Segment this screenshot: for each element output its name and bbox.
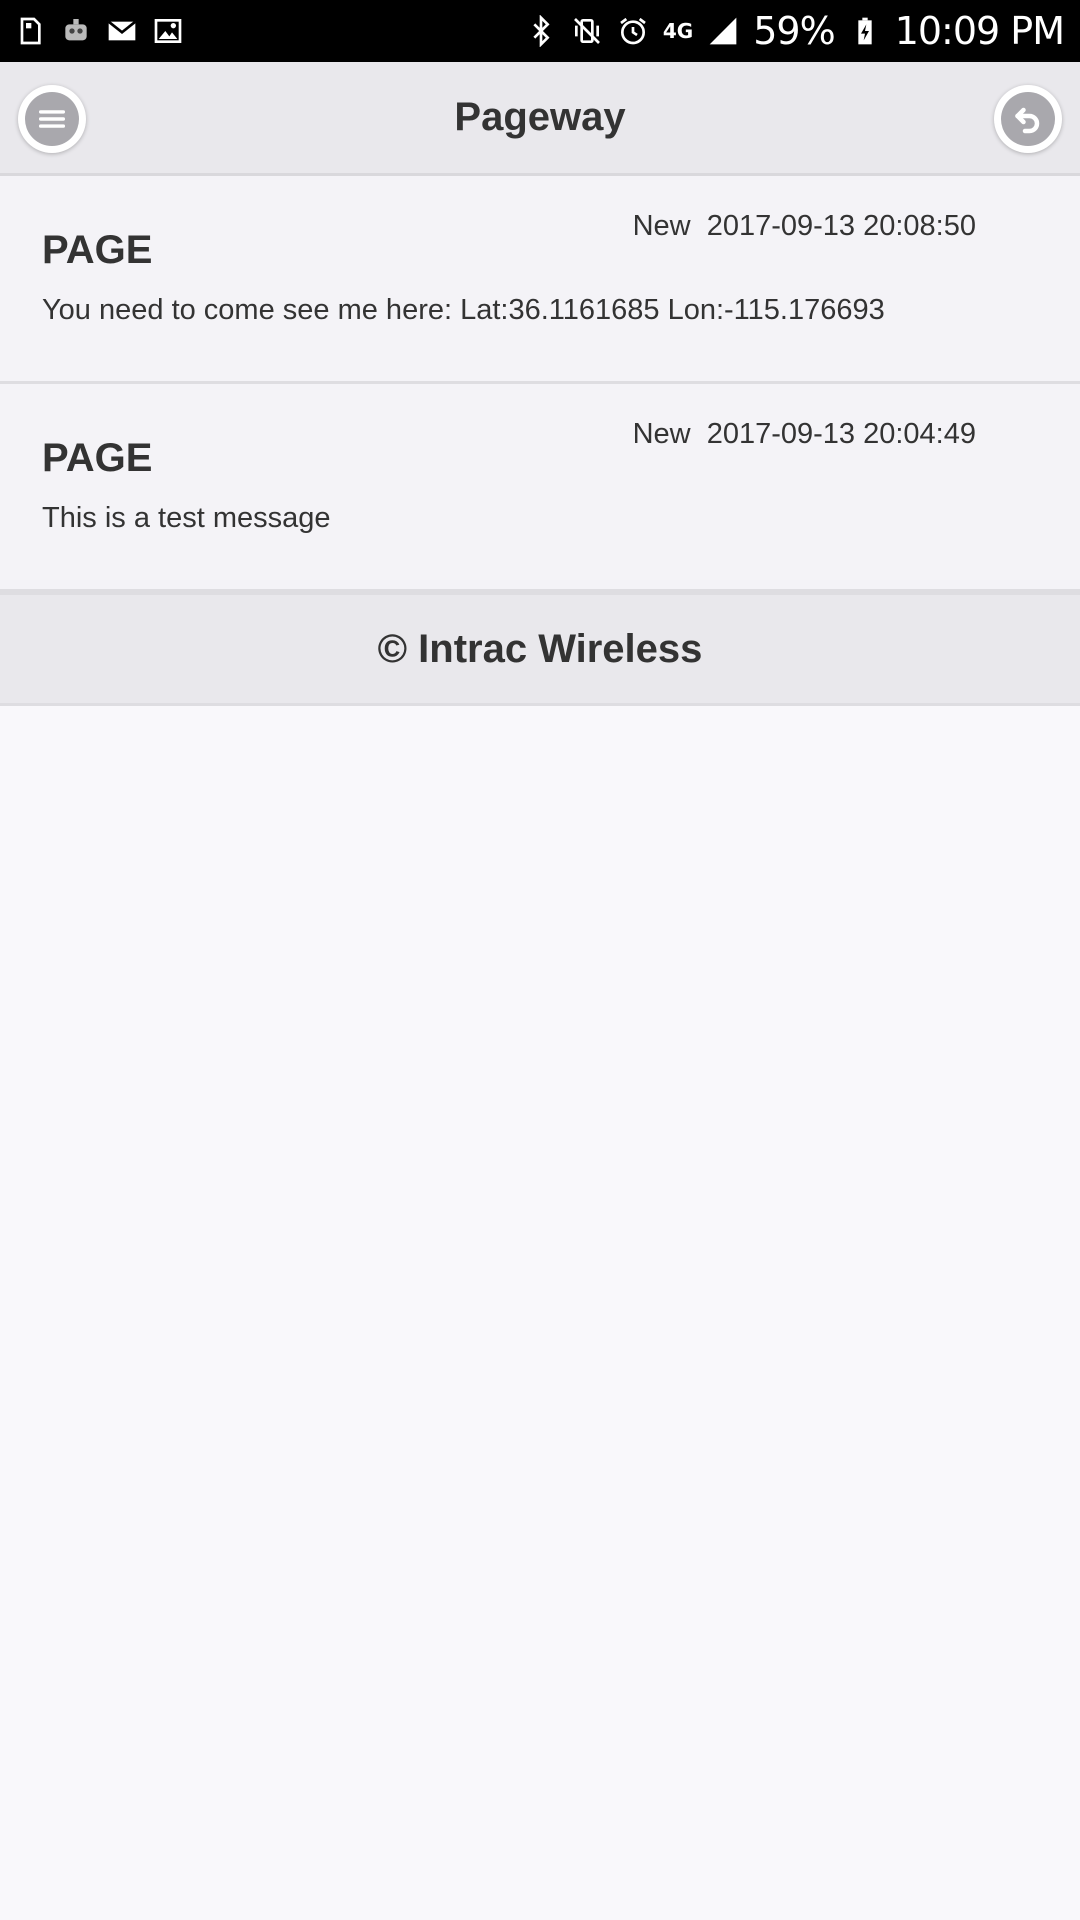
message-timestamp: 2017-09-13 20:04:49 — [706, 418, 976, 450]
footer: © Intrac Wireless — [0, 592, 1080, 706]
message-title: PAGE — [42, 228, 153, 272]
message-body: This is a test message — [42, 502, 331, 534]
network-4g-lte-icon: 4G — [662, 19, 694, 43]
message-title: PAGE — [42, 436, 153, 480]
robot-app-icon — [60, 15, 92, 47]
message-item[interactable]: PAGE New 2017-09-13 20:08:50 You need to… — [0, 176, 1080, 384]
vibrate-icon — [571, 15, 603, 47]
mail-icon — [106, 15, 138, 47]
battery-charging-icon — [849, 15, 881, 47]
menu-button[interactable] — [18, 85, 86, 153]
back-icon — [1001, 92, 1055, 146]
page-title: Pageway — [454, 95, 626, 139]
message-status: New — [632, 418, 691, 450]
sim-card-icon — [14, 15, 46, 47]
message-meta: New 2017-09-13 20:04:49 — [633, 418, 976, 451]
back-button[interactable] — [994, 85, 1062, 153]
image-icon — [152, 15, 184, 47]
message-body: You need to come see me here: Lat:36.116… — [42, 294, 885, 326]
message-timestamp: 2017-09-13 20:08:50 — [706, 210, 976, 242]
menu-icon — [25, 92, 79, 146]
battery-percent: 59% — [753, 9, 835, 53]
message-status: New — [632, 210, 691, 242]
message-meta: New 2017-09-13 20:08:50 — [633, 210, 976, 243]
message-item[interactable]: PAGE New 2017-09-13 20:04:49 This is a t… — [0, 384, 1080, 592]
status-bar-left — [14, 15, 184, 47]
status-bar: 4G 59% 10:09 PM — [0, 0, 1080, 62]
footer-copyright: © Intrac Wireless — [377, 626, 703, 671]
signal-icon — [707, 15, 739, 47]
status-bar-right: 4G 59% 10:09 PM — [525, 9, 1065, 53]
bluetooth-icon — [525, 15, 557, 47]
app-header: Pageway — [0, 62, 1080, 176]
clock: 10:09 PM — [894, 9, 1065, 53]
message-list: PAGE New 2017-09-13 20:08:50 You need to… — [0, 176, 1080, 592]
alarm-icon — [617, 15, 649, 47]
